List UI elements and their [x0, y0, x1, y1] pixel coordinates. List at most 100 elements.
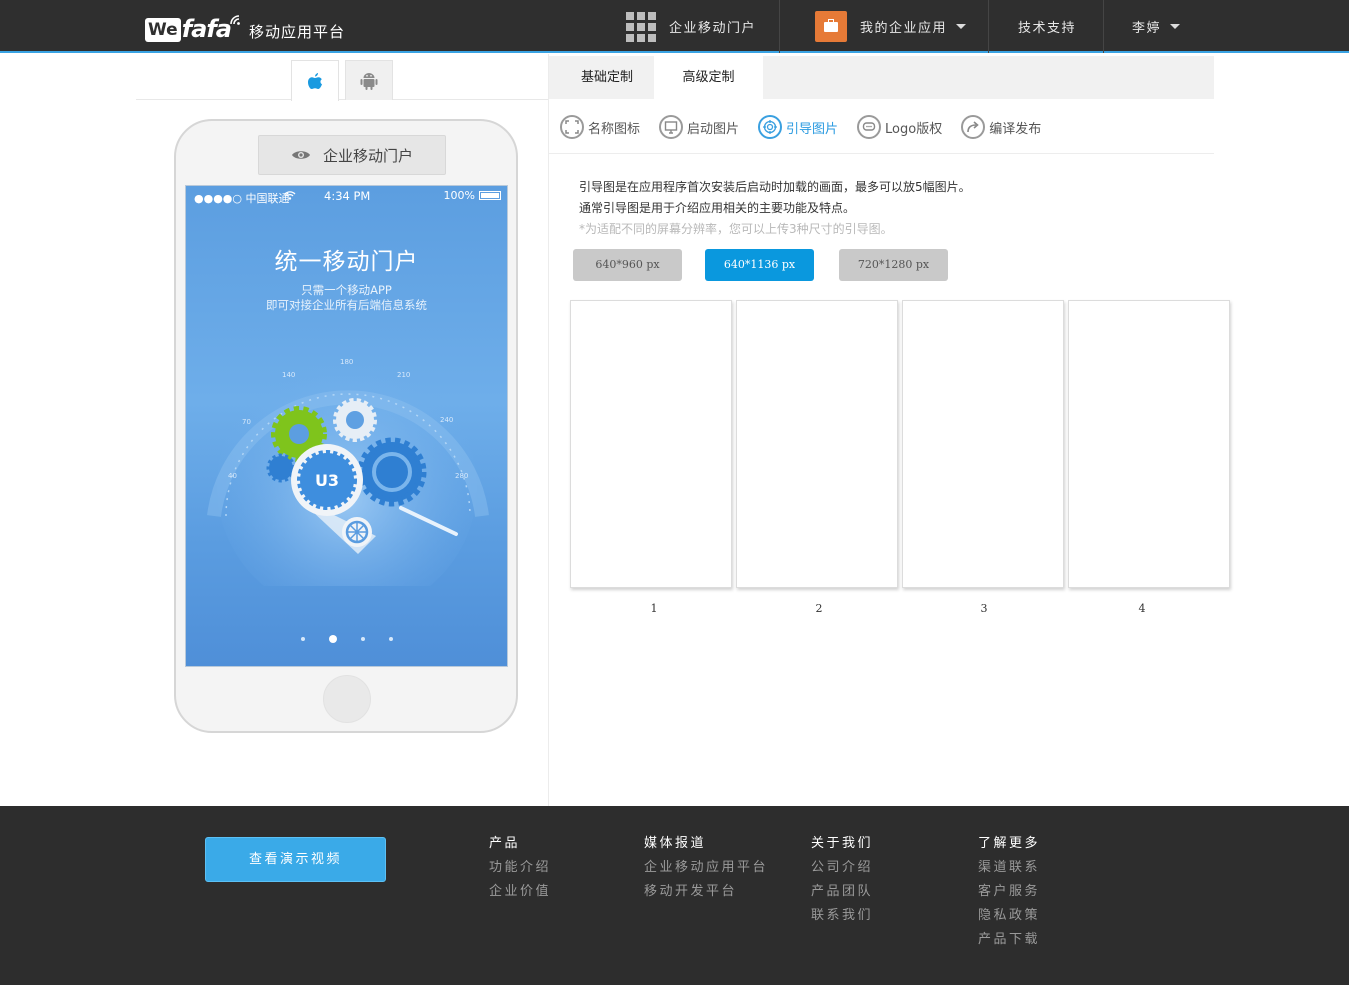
- footer-link[interactable]: 隐私政策: [978, 907, 1040, 931]
- guide-image-slot-1[interactable]: [570, 300, 732, 588]
- guide-image-slot-4[interactable]: [1068, 300, 1230, 588]
- guide-description-2: 通常引导图是用于介绍应用相关的主要功能及特点。: [579, 201, 856, 215]
- footer-link[interactable]: 移动开发平台: [644, 883, 768, 907]
- slot-number: 4: [1138, 602, 1146, 615]
- panel-divider: [548, 54, 549, 806]
- footer-column-media: 媒体报道 企业移动应用平台 移动开发平台: [644, 835, 768, 907]
- subnav-label: 启动图片: [687, 121, 740, 137]
- gauge-tick: 180: [340, 358, 353, 366]
- footer-link[interactable]: 功能介绍: [489, 859, 551, 883]
- android-icon: [360, 72, 378, 90]
- subnav-label: 名称图标: [588, 121, 641, 137]
- eye-icon: [291, 151, 310, 159]
- advanced-subnav: 名称图标 启动图片 引导图片 Logo版权 编译发布: [560, 113, 1060, 141]
- phone-screen: ●●●●○ 中国联通 4:34 PM 100% 统一移动门户 只需一个移动APP…: [185, 185, 508, 667]
- tab-basic-config[interactable]: 基础定制: [549, 56, 665, 99]
- nav-support-label: 技术支持: [1018, 21, 1077, 36]
- signal-icon: [230, 15, 240, 25]
- os-tabs-baseline: [136, 99, 548, 100]
- nav-user-menu[interactable]: 李婷: [1132, 0, 1181, 53]
- user-name: 李婷: [1132, 21, 1162, 36]
- pager-dot[interactable]: [388, 637, 393, 641]
- subnav-divider: [549, 153, 1214, 154]
- pager-dot[interactable]: [360, 637, 365, 641]
- footer-link[interactable]: 联系我们: [811, 907, 873, 931]
- guide-description-1: 引导图是在应用程序首次安装后启动时加载的画面，最多可以放5幅图片。: [579, 180, 971, 194]
- slot-number: 1: [650, 602, 658, 615]
- apple-icon: [308, 72, 322, 89]
- pager-dot-active[interactable]: [328, 635, 337, 643]
- footer-link[interactable]: 企业价值: [489, 883, 551, 907]
- phone-preview: 企业移动门户 ●●●●○ 中国联通 4:34 PM 100% 统一移动门户 只需…: [174, 119, 518, 733]
- status-carrier: ●●●●○ 中国联通: [194, 192, 290, 205]
- logo-we: We: [145, 18, 181, 42]
- footer-link[interactable]: 企业移动应用平台: [644, 859, 768, 883]
- subnav-label: 引导图片: [786, 121, 839, 137]
- phone-home-button: [323, 675, 371, 723]
- app-grid-icon: [626, 11, 656, 42]
- screen-title: 统一移动门户: [274, 249, 419, 275]
- nav-my-apps[interactable]: 我的企业应用: [815, 0, 967, 53]
- preview-label: 企业移动门户: [322, 146, 413, 165]
- subnav-launch-image[interactable]: 启动图片: [659, 115, 739, 139]
- frame-icon: [560, 115, 584, 139]
- pager-dots: [186, 635, 507, 643]
- slot-number: 2: [815, 602, 823, 615]
- status-battery: 100%: [444, 189, 501, 202]
- footer-column-title: 产品: [489, 836, 521, 851]
- footer-link[interactable]: 产品团队: [811, 883, 873, 907]
- subnav-label: Logo版权: [885, 121, 943, 137]
- nav-portal[interactable]: 企业移动门户: [626, 0, 756, 53]
- footer-link[interactable]: 产品下载: [978, 931, 1040, 955]
- watch-demo-video-button[interactable]: 查看演示视频: [205, 837, 386, 882]
- nav-support[interactable]: 技术支持: [1018, 0, 1076, 53]
- gauge-tick: 140: [282, 371, 295, 379]
- subnav-name-icon[interactable]: 名称图标: [560, 115, 640, 139]
- screen-subtitle-1: 只需一个移动APP: [301, 283, 392, 297]
- top-navigation-bar: We fafa 移动应用平台 企业移动门户 我的企业应用 技术支持 李婷: [0, 0, 1349, 53]
- gauge-tick: 70: [242, 418, 251, 426]
- nav-my-apps-label: 我的企业应用: [860, 21, 948, 36]
- size-640x1136-button[interactable]: 640*1136 px: [705, 249, 814, 281]
- tab-advanced-config[interactable]: 高级定制: [654, 56, 763, 99]
- footer-link[interactable]: 渠道联系: [978, 859, 1040, 883]
- tab-android[interactable]: [345, 60, 393, 100]
- subnav-label: 编译发布: [989, 121, 1042, 137]
- pager-dot[interactable]: [300, 637, 305, 641]
- footer-column-more: 了解更多 渠道联系 客户服务 隐私政策 产品下载: [978, 835, 1040, 955]
- footer-column-product: 产品 功能介绍 企业价值: [489, 835, 551, 907]
- nav-divider: [779, 0, 780, 53]
- site-footer: 查看演示视频 产品 功能介绍 企业价值 媒体报道 企业移动应用平台 移动开发平台…: [0, 806, 1349, 985]
- status-time: 4:34 PM: [324, 189, 371, 203]
- preview-title-bar: 企业移动门户: [258, 135, 446, 175]
- battery-icon: [479, 191, 501, 200]
- nav-portal-label: 企业移动门户: [669, 21, 757, 36]
- subnav-logo-copyright[interactable]: Logo版权: [857, 115, 942, 139]
- tab-ios[interactable]: [291, 60, 339, 101]
- briefcase-icon: [815, 11, 847, 42]
- target-icon: [758, 115, 783, 139]
- status-bar: ●●●●○ 中国联通 4:34 PM 100%: [186, 186, 507, 206]
- guide-image-slot-2[interactable]: [736, 300, 898, 588]
- config-tabs: 基础定制 高级定制: [549, 56, 1214, 99]
- chevron-down-icon: [1170, 24, 1181, 29]
- gauge-tick: 280: [455, 472, 468, 480]
- chat-icon: [857, 115, 882, 139]
- wefafa-logo[interactable]: We fafa 移动应用平台: [145, 12, 345, 42]
- guide-size-note: *为适配不同的屏幕分辨率，您可以上传3种尺寸的引导图。: [579, 222, 893, 236]
- battery-percent: 100%: [443, 189, 475, 202]
- subnav-guide-image[interactable]: 引导图片: [758, 115, 838, 139]
- svg-text:U3: U3: [315, 471, 339, 490]
- wifi-icon: [284, 191, 296, 200]
- footer-link[interactable]: 客户服务: [978, 883, 1040, 907]
- size-640x960-button[interactable]: 640*960 px: [573, 249, 682, 281]
- logo-fafa: fafa: [181, 15, 232, 43]
- size-720x1280-button[interactable]: 720*1280 px: [839, 249, 948, 281]
- guide-image-slot-3[interactable]: [902, 300, 1064, 588]
- footer-column-title: 了解更多: [978, 836, 1041, 851]
- monitor-icon: [659, 115, 684, 139]
- subnav-build-publish[interactable]: 编译发布: [961, 115, 1041, 139]
- footer-link[interactable]: 公司介绍: [811, 859, 873, 883]
- screen-subtitle-2: 即可对接企业所有后端信息系统: [266, 298, 427, 312]
- gauge-tick: 240: [440, 416, 453, 424]
